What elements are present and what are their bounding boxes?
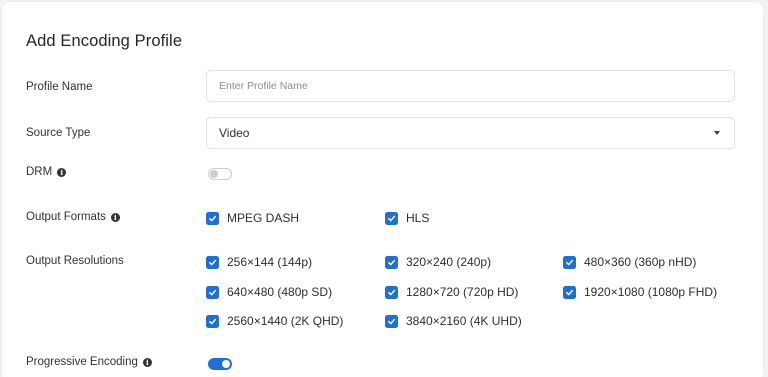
source-type-label-text: Source Type [26, 127, 91, 139]
progressive-encoding-toggle[interactable] [208, 358, 232, 370]
profile-name-label: Profile Name [26, 81, 92, 93]
toggle-knob [210, 170, 218, 178]
resolution-checkbox-144p[interactable]: 256×144 (144p) [206, 255, 312, 269]
checkmark-icon[interactable] [563, 285, 576, 299]
info-icon[interactable]: i [142, 357, 152, 367]
checkbox-label: 480×360 (360p nHD) [584, 255, 697, 269]
info-icon[interactable]: i [57, 167, 67, 177]
format-checkbox-mpeg-dash[interactable]: MPEG DASH [206, 211, 299, 225]
checkmark-icon[interactable] [206, 314, 219, 328]
checkbox-label: 1280×720 (720p HD) [406, 285, 519, 299]
checkmark-icon[interactable] [563, 255, 576, 269]
profile-name-input[interactable] [206, 70, 735, 102]
info-icon[interactable]: i [110, 212, 120, 222]
drm-label-text: DRM [26, 166, 53, 178]
checkbox-label: 320×240 (240p) [406, 255, 492, 269]
checkmark-icon[interactable] [385, 285, 398, 299]
checkmark-icon[interactable] [206, 285, 219, 299]
checkbox-label: MPEG DASH [227, 211, 300, 225]
checkbox-label: 640×480 (480p SD) [227, 285, 333, 299]
checkmark-icon[interactable] [206, 255, 219, 269]
checkbox-label: 2560×1440 (2K QHD) [227, 314, 344, 328]
resolution-checkbox-240p[interactable]: 320×240 (240p) [385, 255, 491, 269]
format-checkbox-hls[interactable]: HLS [385, 211, 429, 225]
output-resolutions-label-text: Output Resolutions [26, 255, 124, 267]
page-title: Add Encoding Profile [26, 32, 183, 50]
resolution-checkbox-480p[interactable]: 640×480 (480p SD) [206, 285, 332, 299]
checkmark-icon[interactable] [385, 255, 398, 269]
drm-toggle[interactable] [208, 168, 232, 180]
source-type-value: Video [219, 126, 250, 140]
output-resolutions-label: Output Resolutions [26, 255, 124, 267]
drm-label: DRM i [26, 166, 67, 178]
checkmark-icon[interactable] [206, 211, 219, 225]
checkmark-icon[interactable] [385, 314, 398, 328]
resolution-checkbox-720p[interactable]: 1280×720 (720p HD) [385, 285, 518, 299]
output-formats-label: Output Formats i [26, 211, 120, 223]
checkbox-label: HLS [406, 211, 430, 225]
resolution-checkbox-1080p[interactable]: 1920×1080 (1080p FHD) [563, 285, 717, 299]
encoding-profile-card: Add Encoding Profile Profile Name Source… [2, 2, 763, 377]
toggle-knob [222, 360, 230, 368]
resolution-checkbox-2k[interactable]: 2560×1440 (2K QHD) [206, 314, 343, 328]
resolution-checkbox-360p[interactable]: 480×360 (360p nHD) [563, 255, 696, 269]
chevron-down-icon [714, 131, 720, 135]
checkbox-label: 1920×1080 (1080p FHD) [584, 285, 718, 299]
checkbox-label: 256×144 (144p) [227, 255, 313, 269]
checkmark-icon[interactable] [385, 211, 398, 225]
resolution-checkbox-4k[interactable]: 3840×2160 (4K UHD) [385, 314, 522, 328]
profile-name-label-text: Profile Name [26, 81, 93, 93]
source-type-select[interactable]: Video [206, 117, 735, 149]
source-type-label: Source Type [26, 127, 90, 139]
progressive-encoding-label: Progressive Encoding i [26, 356, 152, 368]
output-formats-label-text: Output Formats [26, 211, 106, 223]
checkbox-label: 3840×2160 (4K UHD) [406, 314, 522, 328]
progressive-encoding-label-text: Progressive Encoding [26, 356, 138, 368]
